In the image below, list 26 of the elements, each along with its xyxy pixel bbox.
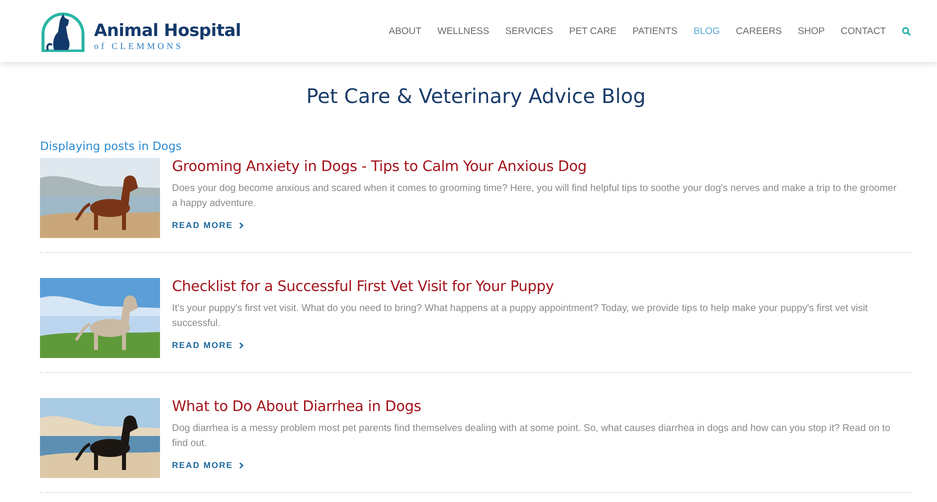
post-excerpt: Does your dog become anxious and scared when it comes to grooming time? Here, you will find helpful tips to soothe your dog's nerves and make a trip to the groomer a happy adventure. xyxy=(172,182,898,211)
post-excerpt: It's your puppy's first vet visit. What do you need to bring? What happens at a puppy appointment? Today, we provide tips to help make your puppy's first vet visit successful. xyxy=(172,302,869,331)
chevron-icon xyxy=(238,342,244,348)
nav-link[interactable]: CAREERS xyxy=(736,26,782,36)
logo-subtitle: of CLEMMONS xyxy=(94,41,184,52)
chevron-icon xyxy=(238,222,244,228)
post-title-link[interactable]: Grooming Anxiety in Dogs - Tips to Calm Your Anxious Dog xyxy=(172,158,898,176)
read-more-link[interactable]: READ MORE xyxy=(172,460,244,470)
logo-name[interactable]: Animal Hospital xyxy=(94,21,241,41)
nav-link[interactable]: CONTACT xyxy=(840,26,886,36)
search-icon[interactable] xyxy=(902,26,911,36)
read-more-link[interactable]: READ MORE xyxy=(172,340,244,350)
nav-link[interactable]: ABOUT xyxy=(388,26,422,36)
nav-link[interactable]: SHOP xyxy=(798,26,825,36)
nav-link[interactable]: SERVICES xyxy=(505,26,554,36)
post-excerpt: Dog diarrhea is a messy problem most pet parents find themselves dealing with at some point. So, what causes diarrhea in dogs and how can you stop it? Read on to find out. xyxy=(172,422,892,451)
post-title-link[interactable]: Checklist for a Successful First Vet Visit for Your Puppy xyxy=(172,278,898,296)
nav-link[interactable]: WELLNESS xyxy=(437,26,490,36)
nav-link[interactable]: PATIENTS xyxy=(632,26,678,36)
nav-link[interactable]: PET CARE xyxy=(569,26,616,36)
post-title-link[interactable]: What to Do About Diarrhea in Dogs xyxy=(172,398,898,416)
filter-label: Displaying posts in Dogs xyxy=(40,139,183,153)
read-more-link[interactable]: READ MORE xyxy=(172,220,244,230)
page-title: Pet Care & Veterinary Advice Blog xyxy=(305,84,647,108)
chevron-icon xyxy=(238,462,244,468)
logo-icon[interactable] xyxy=(40,12,86,52)
